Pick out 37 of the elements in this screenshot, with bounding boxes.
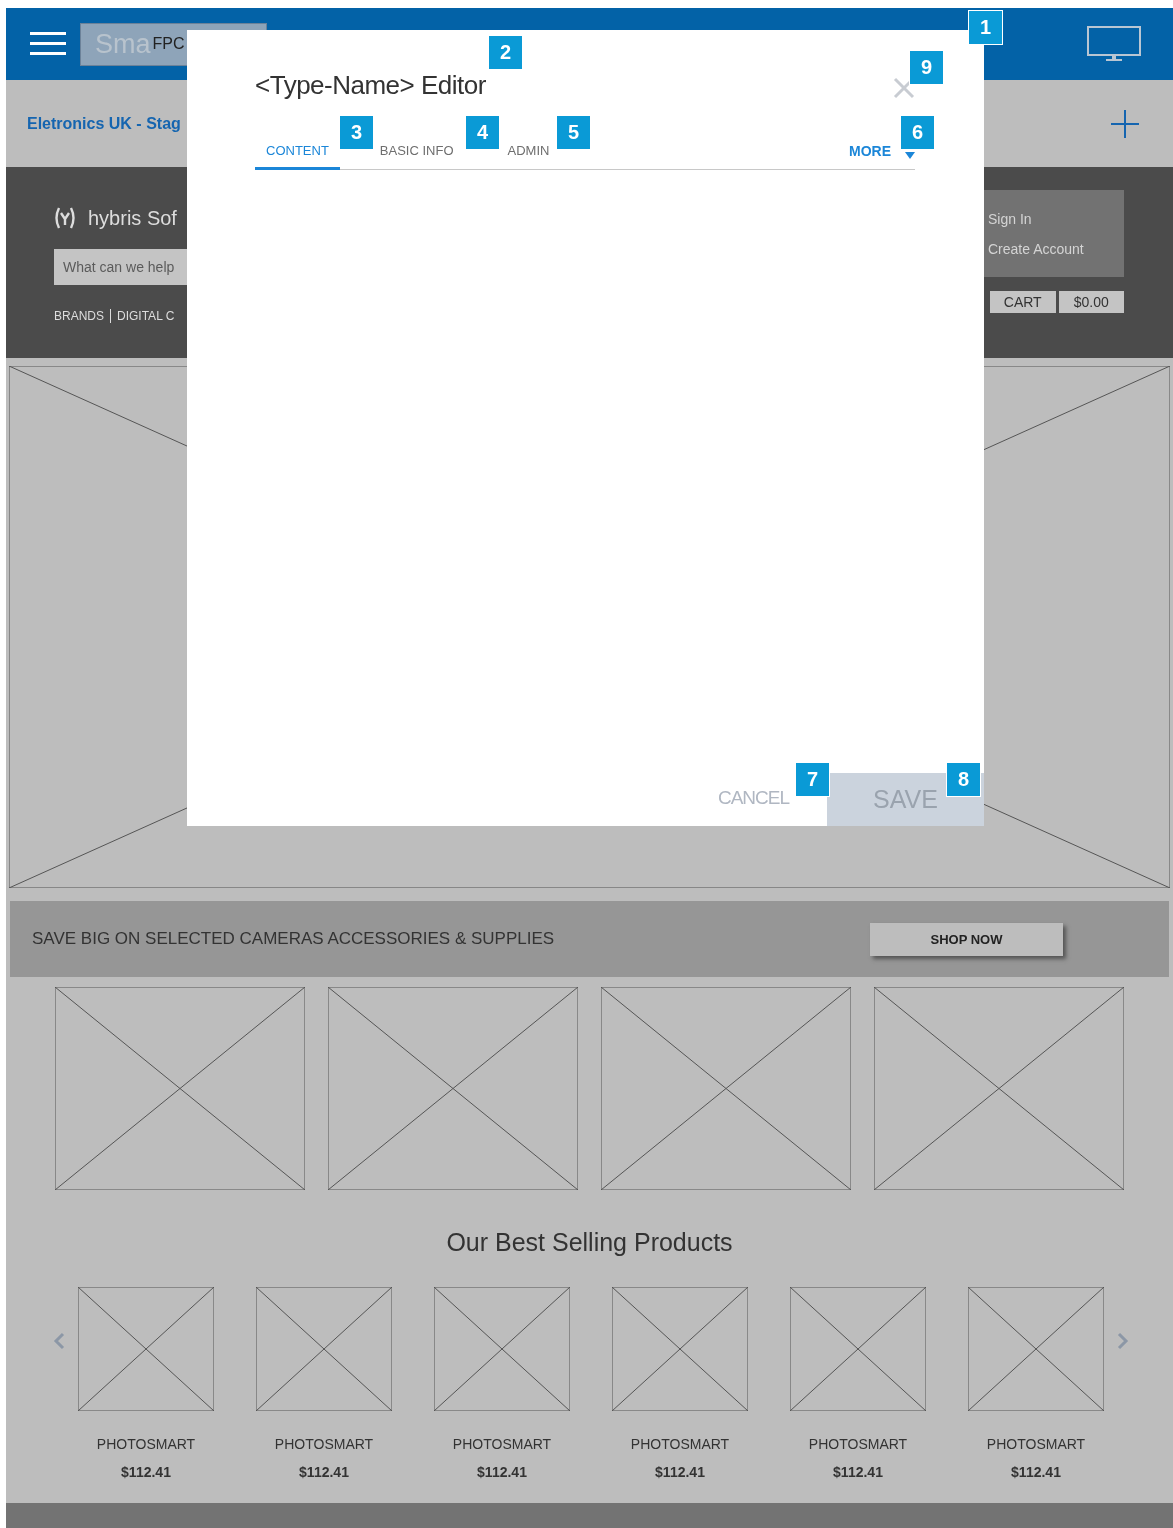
tab[interactable]: BASIC INFO (379, 139, 454, 170)
logo-overlay-text: FPC (152, 35, 185, 53)
account-link[interactable]: Create Account (988, 240, 1124, 257)
callout-badge: 3 (339, 115, 374, 150)
callout-badge: 7 (795, 762, 830, 797)
brand-name: hybris Sof (88, 206, 177, 230)
callout-badge: 4 (465, 115, 500, 150)
banner-text: SAVE BIG ON SELECTED CAMERAS ACCESSORIES & SUPPLIES (32, 929, 556, 949)
callout-badge: 5 (556, 115, 591, 150)
product-price: $112.41 (299, 1464, 349, 1480)
cart-button[interactable]: CART (990, 291, 1056, 313)
shop-now-button[interactable]: SHOP NOW (870, 922, 1063, 956)
product-name: PHOTOSMART (96, 1436, 196, 1452)
callout-badge: 8 (946, 762, 981, 797)
product-name: PHOTOSMART (630, 1436, 730, 1452)
callout-badge: 6 (900, 115, 935, 150)
product-price: $112.41 (121, 1464, 171, 1480)
product-price: $112.41 (833, 1464, 883, 1480)
cart-total: $0.00 (1058, 291, 1124, 313)
product-name: PHOTOSMART (274, 1436, 374, 1452)
section-title: Our Best Selling Products (445, 1228, 734, 1257)
product-name: PHOTOSMART (986, 1436, 1086, 1452)
cancel-button[interactable]: CANCEL (717, 787, 789, 809)
product-name: PHOTOSMART (808, 1436, 908, 1452)
product-price: $112.41 (655, 1464, 705, 1480)
dialog-title: <Type-Name> Editor (255, 70, 486, 101)
callout-badge: 9 (909, 50, 944, 85)
nav-link[interactable]: DIGITAL C (117, 309, 175, 323)
product-name: PHOTOSMART (452, 1436, 552, 1452)
product-price: $112.41 (1011, 1464, 1061, 1480)
product-price: $112.41 (477, 1464, 527, 1480)
nav-link[interactable]: BRANDS (54, 309, 104, 323)
callout-badge: 1 (968, 10, 1003, 45)
site-name[interactable]: Eletronics UK - Stag (27, 114, 181, 133)
account-link[interactable]: Sign In (988, 210, 1124, 227)
tab[interactable]: ADMIN (507, 139, 550, 170)
callout-badge: 2 (488, 35, 523, 70)
